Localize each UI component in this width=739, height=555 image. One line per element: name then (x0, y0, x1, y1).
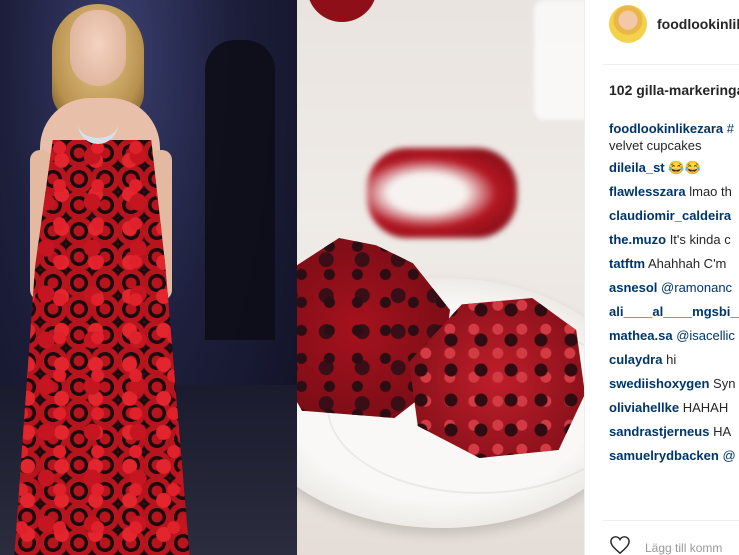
comment-text: 😂😂 (668, 160, 701, 175)
comment-username[interactable]: flawlesszara (609, 184, 686, 199)
comment-username[interactable]: ali____al____mgsbi___ (609, 304, 739, 319)
divider (603, 64, 739, 65)
comment-username[interactable]: the.muzo (609, 232, 666, 247)
comment-item: swediishoxygen Syn (609, 375, 739, 393)
comment-item: samuelrydbacken @ (609, 447, 739, 465)
comment-item: the.muzo It's kinda c (609, 231, 739, 249)
comment-item: ali____al____mgsbi___ (609, 303, 739, 321)
comment-username[interactable]: culaydra (609, 352, 662, 367)
avatar[interactable] (609, 5, 647, 43)
comment-item: claudiomir_caldeira (609, 207, 739, 225)
comment-item: asnesol @ramonanc (609, 279, 739, 297)
comment-text: Syn (713, 376, 736, 391)
comment-username[interactable]: samuelrydbacken (609, 448, 719, 463)
comment-mention[interactable]: @ (722, 448, 735, 463)
comment-username[interactable]: asnesol (609, 280, 657, 295)
comment-item: sandrastjerneus HA (609, 423, 739, 441)
comment-text: It's kinda c (669, 232, 731, 247)
comment-text: HA (713, 424, 732, 439)
post-header: foodlookinlikezara (609, 4, 739, 44)
comment-item: culaydra hi (609, 351, 739, 369)
comment-text: lmao th (689, 184, 732, 199)
comment-text: Ahahhah C'm (648, 256, 727, 271)
post-sidebar: foodlookinlikezara 102 gilla-markeringar… (584, 0, 739, 555)
comment-username[interactable]: sandrastjerneus (609, 424, 709, 439)
likes-count[interactable]: 102 gilla-markeringar (609, 82, 739, 98)
add-comment-input[interactable]: Lägg till komm (645, 541, 722, 555)
comment-item: mathea.sa @isacellic (609, 327, 739, 345)
comment-username[interactable]: mathea.sa (609, 328, 673, 343)
divider (603, 520, 739, 521)
comment-item: dileila_st 😂😂 (609, 159, 739, 177)
comment-username[interactable]: dileila_st (609, 160, 665, 175)
comment-mention[interactable]: @isacellic (676, 328, 735, 343)
comment-username[interactable]: swediishoxygen (609, 376, 709, 391)
heart-outline-icon[interactable] (609, 535, 631, 555)
comment-username[interactable]: claudiomir_caldeira (609, 208, 731, 223)
comment-item: tatftm Ahahhah C'm (609, 255, 739, 273)
comment-text: hi (666, 352, 677, 367)
comment-text: HAHAH (682, 400, 729, 415)
caption: foodlookinlikezara # (609, 120, 739, 138)
caption-username[interactable]: foodlookinlikezara (609, 121, 723, 136)
comments-list: foodlookinlikezara # velvet cupcakes dil… (609, 120, 739, 471)
comment-username[interactable]: tatftm (609, 256, 645, 271)
caption-continued: velvet cupcakes (609, 138, 702, 153)
header-username[interactable]: foodlookinlikezara (657, 16, 739, 32)
post-footer: Lägg till komm (609, 535, 722, 555)
caption-hashtag[interactable]: # (727, 121, 734, 136)
comment-item: flawlesszara lmao th (609, 183, 739, 201)
comment-username[interactable]: oliviahellke (609, 400, 679, 415)
comment-item: oliviahellke HAHAH (609, 399, 739, 417)
post-image-right (297, 0, 584, 555)
comment-mention[interactable]: @ramonanc (661, 280, 732, 295)
post-image-left (0, 0, 297, 555)
